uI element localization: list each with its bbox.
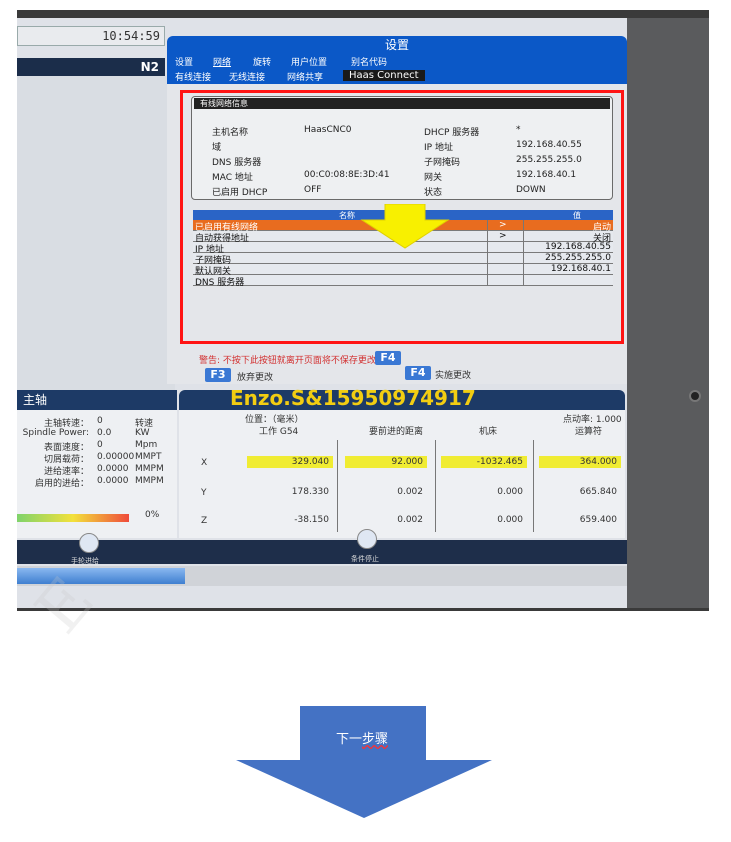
operator-header: 运算符 <box>575 427 603 437</box>
f4-apply-key[interactable]: F4 <box>405 366 431 380</box>
spindle-row: 表面速度： 0 Mpm <box>43 440 158 453</box>
left-pane <box>17 76 175 392</box>
z-machine-value: 0.000 <box>497 515 523 525</box>
tab-alias-codes[interactable]: 别名代码 <box>351 55 387 68</box>
tab-network[interactable]: 网络 <box>213 55 231 68</box>
y-operator-value: 665.840 <box>579 487 617 497</box>
cnc-screen: 10:54:59 N2 主轴 主轴转速： 0 转速 Spindle Power:… <box>17 18 709 608</box>
y-machine-value: 0.000 <box>497 487 523 497</box>
z-operator-value: 659.400 <box>579 515 617 525</box>
tab-haas-connect[interactable]: Haas Connect <box>343 70 425 81</box>
spindle-row: 主轴转速： 0 转速 <box>43 416 154 429</box>
clock: 10:54:59 <box>102 29 160 43</box>
f3-key[interactable]: F3 <box>205 368 231 382</box>
spindle-row: Spindle Power: 0.0 KW <box>22 428 150 438</box>
x-distance-value: 92.000 <box>345 456 427 468</box>
save-warning: 警告: 不按下此按钮就离开页面将不保存更改 <box>199 356 376 366</box>
z-work-value: -38.150 <box>294 515 329 525</box>
bottom-button-strip <box>17 540 627 564</box>
discard-changes-label: 放弃更改 <box>237 373 274 383</box>
tab-wireless[interactable]: 无线连接 <box>223 70 271 83</box>
position-panel: 位置：（毫米） 工作 G54 点动率: 1.000 要前进的距离 机床 运算符 … <box>179 410 625 538</box>
next-step-label: 下一步骤 <box>335 732 389 747</box>
z-distance-value: 0.002 <box>397 515 423 525</box>
y-work-value: 178.330 <box>291 487 329 497</box>
apply-changes-label: 实施更改 <box>435 371 472 381</box>
tab-network-share[interactable]: 网络共享 <box>281 70 329 83</box>
machine-header: 机床 <box>479 427 498 437</box>
spindle-load-percent: 0% <box>145 510 160 520</box>
spindle-panel: 主轴转速： 0 转速 Spindle Power: 0.0 KW 表面速度： 0… <box>17 410 177 538</box>
x-work-value: 329.040 <box>247 456 333 468</box>
bezel-knob-icon <box>689 390 701 402</box>
handle-jog-icon[interactable] <box>79 533 99 553</box>
spindle-load-meter <box>17 514 129 522</box>
mode-label: N2 <box>140 60 159 74</box>
spindle-row: 启用的进给： 0.0000 MMPM <box>34 476 164 489</box>
optional-stop-label: 条件停止 <box>351 555 379 563</box>
optional-stop-icon[interactable] <box>357 529 377 549</box>
secondary-tabs: 有线连接 无线连接 网络共享 Haas Connect <box>167 68 627 84</box>
x-operator-value: 364.000 <box>539 456 621 468</box>
author-watermark: Enzo.S&15950974917 <box>230 386 476 410</box>
y-distance-value: 0.002 <box>397 487 423 497</box>
tab-settings[interactable]: 设置 <box>175 55 193 68</box>
machine-screen-photo: 10:54:59 N2 主轴 主轴转速： 0 转速 Spindle Power:… <box>17 10 709 611</box>
spindle-row: 切屑载荷： 0.00000 MMPT <box>43 452 162 465</box>
f4-key[interactable]: F4 <box>375 351 401 365</box>
tab-wired[interactable]: 有线连接 <box>169 70 217 83</box>
column-divider <box>337 440 338 532</box>
window-title: 设置 <box>167 36 627 54</box>
spindle-row: 进给速率： 0.0000 MMPM <box>43 464 164 477</box>
next-step-arrow-icon <box>236 706 492 818</box>
clock-bar: 10:54:59 <box>17 26 165 46</box>
mode-bar: N2 <box>17 58 165 76</box>
annotation-red-frame <box>180 90 624 344</box>
distance-to-go-header: 要前进的距离 <box>369 427 424 437</box>
spindle-title: 主轴 <box>17 390 177 410</box>
tab-user-positions[interactable]: 用户位置 <box>291 55 327 68</box>
tab-rotary[interactable]: 旋转 <box>253 55 271 68</box>
primary-tabs: 设置 网络 旋转 用户位置 别名代码 <box>167 54 627 68</box>
handle-jog-label: 手轮进给 <box>71 557 99 565</box>
monitor-bezel <box>627 18 709 608</box>
work-offset-label: 工作 G54 <box>259 427 299 437</box>
column-divider <box>435 440 436 532</box>
x-machine-value: -1032.465 <box>441 456 527 468</box>
column-divider <box>533 440 534 532</box>
